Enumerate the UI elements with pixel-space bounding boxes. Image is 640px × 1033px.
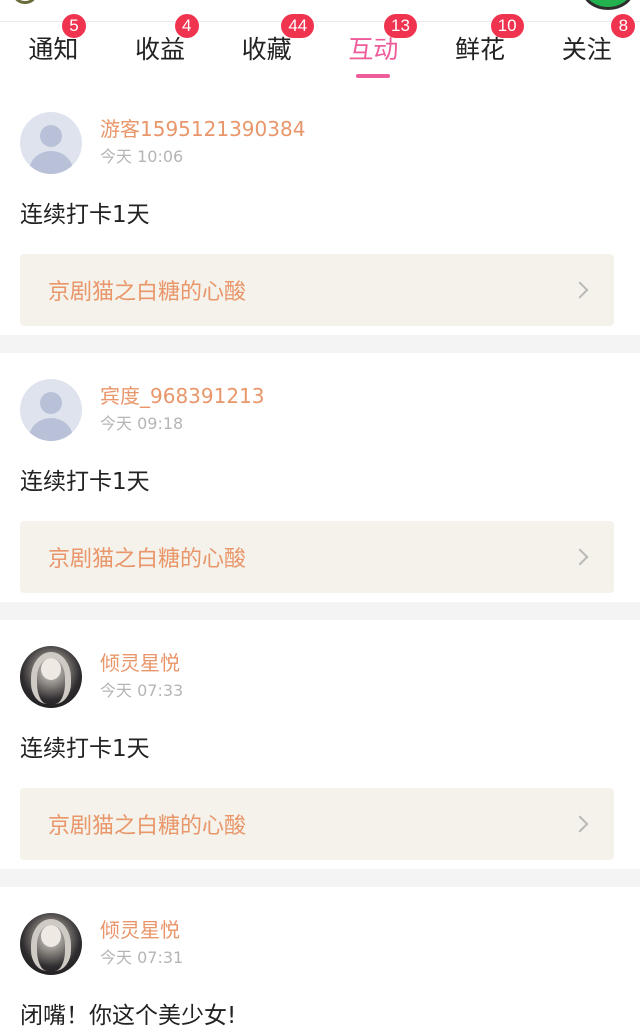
tab-label: 通知 (28, 35, 79, 64)
avatar[interactable] (20, 112, 82, 174)
tab-interactions[interactable]: 互动 13 (320, 14, 427, 86)
avatar[interactable] (20, 379, 82, 441)
referenced-work-title: 京剧猫之白糖的心酸 (48, 280, 247, 305)
referenced-work-title: 京剧猫之白糖的心酸 (48, 814, 247, 839)
back-icon[interactable] (14, 0, 36, 4)
avatar[interactable] (20, 646, 82, 708)
tab-label: 关注 (561, 35, 612, 64)
chevron-right-icon (571, 815, 589, 833)
unread-badge: 13 (384, 14, 417, 38)
tab-label: 鲜花 (455, 35, 506, 64)
default-avatar-icon (40, 125, 62, 147)
list-item: 倾灵星悦 今天 07:31 闭嘴！你这个美少女! (0, 887, 640, 1033)
username[interactable]: 倾灵星悦 (100, 917, 183, 943)
unread-badge: 4 (174, 14, 199, 38)
timestamp: 今天 07:33 (100, 681, 184, 700)
chevron-right-icon (571, 548, 589, 566)
username[interactable]: 宾度_968391213 (100, 383, 265, 409)
message-tabs: 通知 5 收益 4 收藏 44 互动 13 鲜花 10 关注 8 (0, 14, 640, 86)
status-bar-remnant (0, 0, 640, 22)
interaction-feed: 游客1595121390384 今天 10:06 连续打卡1天 京剧猫之白糖的心… (0, 86, 640, 1033)
tab-label: 收藏 (241, 35, 292, 64)
list-item: 倾灵星悦 今天 07:33 连续打卡1天 京剧猫之白糖的心酸 (0, 620, 640, 887)
list-item: 游客1595121390384 今天 10:06 连续打卡1天 京剧猫之白糖的心… (0, 86, 640, 353)
comment-text: 连续打卡1天 (20, 469, 150, 495)
referenced-work-title: 京剧猫之白糖的心酸 (48, 547, 247, 572)
floating-action-icon[interactable] (582, 0, 634, 10)
unread-badge: 44 (281, 14, 315, 38)
avatar[interactable] (20, 913, 82, 975)
active-tab-indicator (356, 74, 391, 78)
tab-following[interactable]: 关注 8 (533, 14, 640, 86)
unread-badge: 10 (490, 14, 524, 38)
timestamp: 今天 10:06 (100, 147, 184, 166)
comment-text: 闭嘴！你这个美少女! (20, 1003, 237, 1029)
comment-text: 连续打卡1天 (20, 202, 150, 228)
tab-favorites[interactable]: 收藏 44 (213, 14, 320, 86)
tab-label: 收益 (135, 35, 186, 64)
list-item: 宾度_968391213 今天 09:18 连续打卡1天 京剧猫之白糖的心酸 (0, 353, 640, 620)
username[interactable]: 倾灵星悦 (100, 650, 183, 676)
username[interactable]: 游客1595121390384 (100, 116, 305, 142)
referenced-work-link[interactable]: 京剧猫之白糖的心酸 (20, 521, 614, 593)
tab-notifications[interactable]: 通知 5 (0, 14, 107, 86)
default-avatar-icon (40, 392, 62, 414)
unread-badge: 8 (611, 14, 636, 38)
tab-flowers[interactable]: 鲜花 10 (427, 14, 534, 86)
chevron-right-icon (571, 281, 589, 299)
timestamp: 今天 09:18 (100, 414, 184, 433)
unread-badge: 5 (62, 14, 86, 38)
referenced-work-link[interactable]: 京剧猫之白糖的心酸 (20, 788, 614, 860)
tab-earnings[interactable]: 收益 4 (107, 14, 214, 86)
timestamp: 今天 07:31 (100, 948, 184, 967)
tab-label: 互动 (348, 35, 399, 64)
referenced-work-link[interactable]: 京剧猫之白糖的心酸 (20, 254, 614, 326)
comment-text: 连续打卡1天 (20, 736, 150, 762)
